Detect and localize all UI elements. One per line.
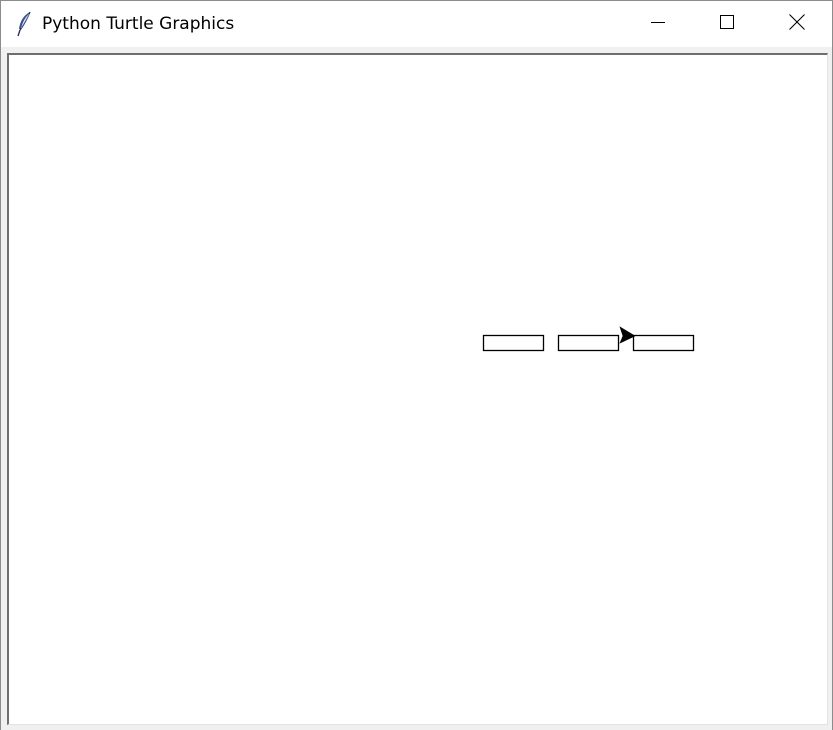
turtle-canvas-frame [7,53,828,725]
turtle-window: Python Turtle Graphics [0,0,833,730]
segment-rectangle-2 [557,334,620,352]
minimize-button[interactable] [635,1,681,47]
close-icon [788,13,806,35]
maximize-icon [719,14,735,34]
turtle-canvas[interactable] [9,55,827,724]
title-bar[interactable]: Python Turtle Graphics [1,1,832,47]
maximize-button[interactable] [704,1,750,47]
minimize-icon [650,14,666,34]
feather-icon [15,11,35,37]
segment-rectangle-1 [482,334,545,352]
close-button[interactable] [774,1,820,47]
window-bottom-edge [1,725,832,730]
window-title: Python Turtle Graphics [42,14,235,34]
segment-rectangle-3 [632,334,695,352]
turtle-arrow-icon [619,326,636,344]
